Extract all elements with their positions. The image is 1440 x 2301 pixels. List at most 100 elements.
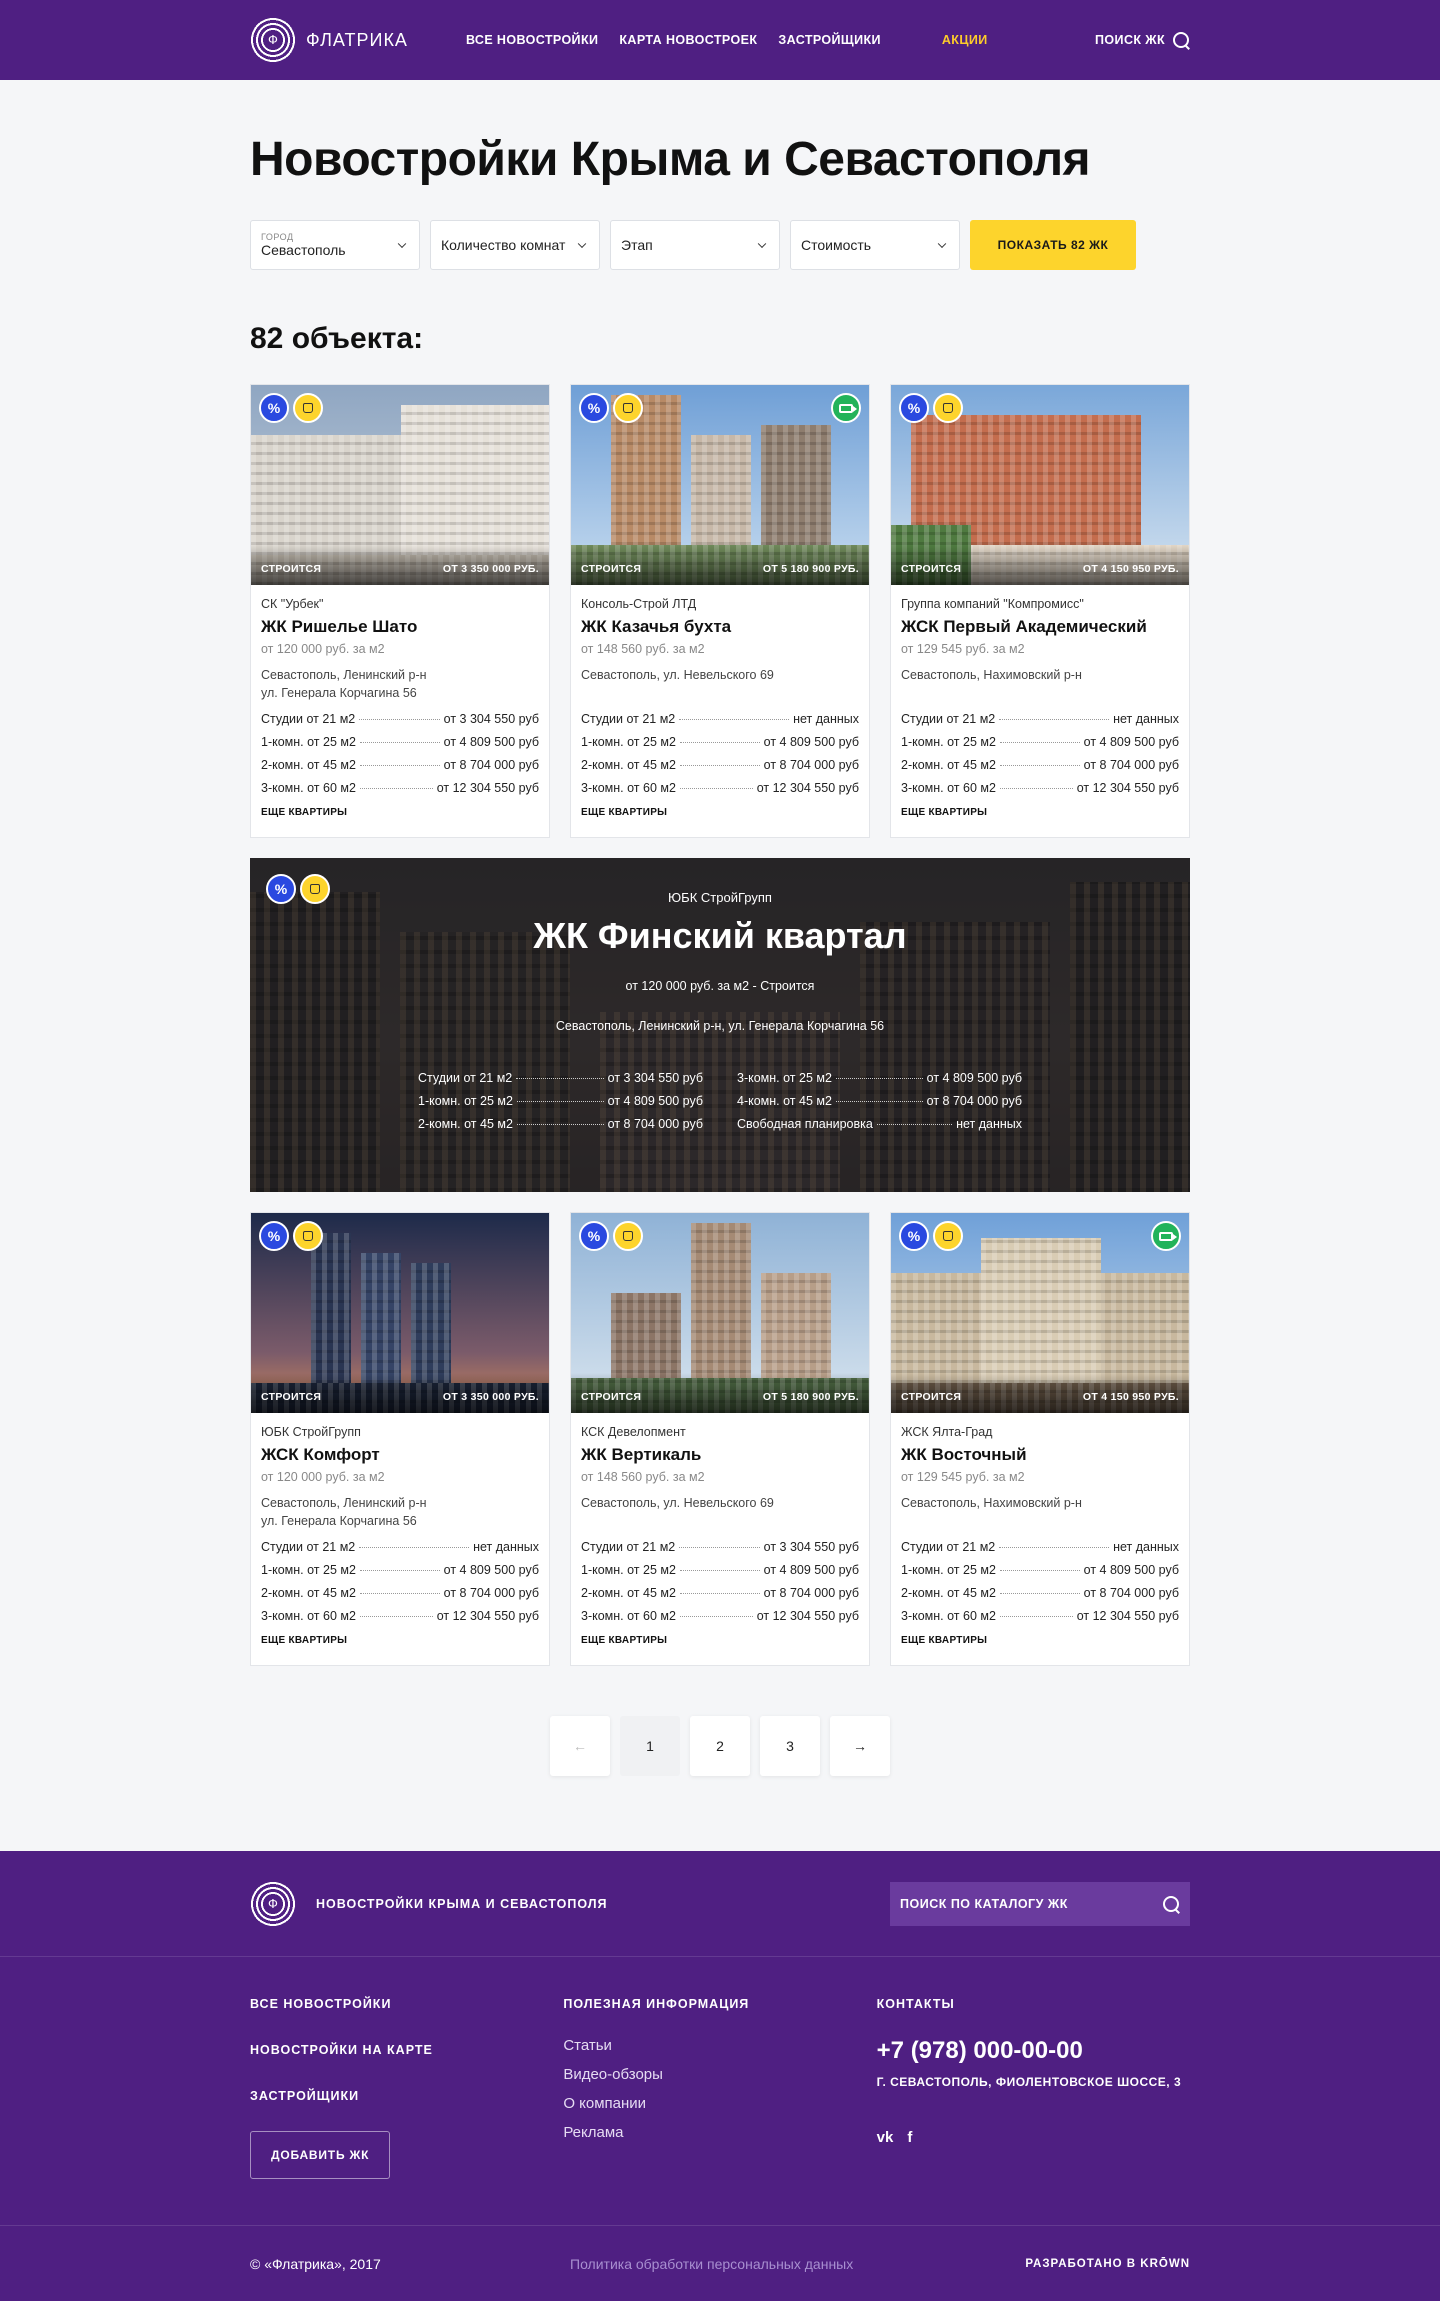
featured-apartment-row: 1-комн. от 25 м2 от 4 809 500 руб (418, 1094, 703, 1117)
footer-link-developers[interactable]: ЗАСТРОЙЩИКИ (250, 2089, 563, 2103)
apartment-price: от 8 704 000 руб (607, 1117, 703, 1131)
vk-icon[interactable]: vk (877, 2129, 894, 2146)
featured-listing[interactable]: % ЮБК СтройГрупп ЖК Финский квартал от 1… (250, 858, 1190, 1192)
stage-select[interactable]: Этап (610, 220, 780, 270)
apartment-price: от 8 704 000 руб (443, 758, 539, 772)
like-badge-icon (293, 1221, 323, 1251)
add-building-button[interactable]: ДОБАВИТЬ ЖК (250, 2131, 391, 2179)
more-apartments-link[interactable]: ЕЩЕ КВАРТИРЫ (261, 1635, 539, 1646)
price-select[interactable]: Стоимость (790, 220, 960, 270)
apartment-type: 2-комн. от 45 м2 (901, 758, 996, 772)
nav-promotions[interactable]: АКЦИИ (942, 33, 988, 47)
page-3-button[interactable]: 3 (760, 1716, 820, 1776)
apartment-type: Свободная планировка (737, 1117, 873, 1131)
footer-phone[interactable]: +7 (978) 000-00-00 (877, 2037, 1190, 2065)
listing-grid-top: % СТРОИТСЯ ОТ 3 350 000 РУБ. СК "Урбек" … (250, 384, 1190, 838)
header-search-button[interactable]: ПОИСК ЖК (1095, 31, 1190, 49)
city-select[interactable]: ГОРОД Севастополь (250, 220, 420, 270)
listing-title[interactable]: ЖСК Первый Академический (901, 617, 1179, 637)
copyright: © «Флатрика», 2017 (250, 2256, 381, 2272)
apartment-price: от 3 304 550 руб (607, 1071, 703, 1085)
privacy-policy-link[interactable]: Политика обработки персональных данных (570, 2256, 853, 2272)
listing-card[interactable]: % СТРОИТСЯ ОТ 4 150 950 РУБ. ЖСК Ялта-Гр… (890, 1212, 1190, 1666)
more-apartments-link[interactable]: ЕЩЕ КВАРТИРЫ (901, 807, 1179, 818)
listing-card[interactable]: % СТРОИТСЯ ОТ 5 180 900 РУБ. Консоль-Стр… (570, 384, 870, 838)
footer-search-input[interactable] (900, 1897, 1140, 1911)
listing-title[interactable]: ЖК Ришелье Шато (261, 617, 539, 637)
featured-apartment-row: Студии от 21 м2 от 3 304 550 руб (418, 1071, 703, 1094)
nav-developers[interactable]: ЗАСТРОЙЩИКИ (778, 33, 881, 47)
apartment-price: от 4 809 500 руб (926, 1071, 1022, 1085)
nav-map[interactable]: КАРТА НОВОСТРОЕК (619, 33, 757, 47)
apartment-price: от 4 809 500 руб (763, 735, 859, 749)
rooms-select-value: Количество комнат (441, 237, 566, 253)
footer-logo-icon[interactable] (250, 1881, 296, 1927)
rooms-select[interactable]: Количество комнат (430, 220, 600, 270)
apartment-row: 1-комн. от 25 м2 от 4 809 500 руб (261, 1563, 539, 1586)
apartment-row: 2-комн. от 45 м2 от 8 704 000 руб (901, 758, 1179, 781)
apartment-price: от 4 809 500 руб (1083, 1563, 1179, 1577)
listing-photo[interactable]: % СТРОИТСЯ ОТ 5 180 900 РУБ. (571, 385, 869, 585)
developed-by[interactable]: РАЗРАБОТАНО В KRŌWN (1025, 2258, 1190, 2270)
more-apartments-link[interactable]: ЕЩЕ КВАРТИРЫ (581, 1635, 859, 1646)
developer-name: СК "Урбек" (261, 597, 324, 611)
facebook-icon[interactable]: f (907, 2129, 912, 2146)
main-content: Новостройки Крыма и Севастополя ГОРОД Се… (250, 132, 1190, 1776)
apartment-type: 2-комн. от 45 м2 (901, 1586, 996, 1600)
listing-card[interactable]: % СТРОИТСЯ ОТ 3 350 000 РУБ. СК "Урбек" … (250, 384, 550, 838)
footer-link-articles[interactable]: Статьи (563, 2037, 876, 2054)
more-apartments-link[interactable]: ЕЩЕ КВАРТИРЫ (261, 807, 539, 818)
apartment-row: 2-комн. от 45 м2 от 8 704 000 руб (261, 1586, 539, 1609)
prev-page-button[interactable]: ← (550, 1716, 610, 1776)
apartment-price: от 8 704 000 руб (926, 1094, 1022, 1108)
listing-title[interactable]: ЖК Вертикаль (581, 1445, 859, 1465)
logo[interactable]: ФЛАТРИКА (250, 17, 408, 63)
like-badge-icon (293, 393, 323, 423)
more-apartments-link[interactable]: ЕЩЕ КВАРТИРЫ (581, 807, 859, 818)
listing-card[interactable]: % СТРОИТСЯ ОТ 4 150 950 РУБ. Группа комп… (890, 384, 1190, 838)
nav-all-buildings[interactable]: ВСЕ НОВОСТРОЙКИ (466, 33, 598, 47)
listing-photo[interactable]: % СТРОИТСЯ ОТ 3 350 000 РУБ. (251, 385, 549, 585)
address-line: Севастополь, ул. Невельского 69 (581, 1496, 774, 1510)
page-2-button[interactable]: 2 (690, 1716, 750, 1776)
apartment-price: нет данных (793, 712, 859, 726)
footer-link-about[interactable]: О компании (563, 2095, 876, 2112)
price-per-m2: от 148 560 руб. за м2 (581, 642, 705, 656)
video-icon[interactable] (1151, 1221, 1181, 1251)
listing-card[interactable]: % СТРОИТСЯ ОТ 5 180 900 РУБ. КСК Девелоп… (570, 1212, 870, 1666)
chevron-down-icon (757, 239, 767, 249)
apartment-row: 2-комн. от 45 м2 от 8 704 000 руб (581, 1586, 859, 1609)
listing-card[interactable]: % СТРОИТСЯ ОТ 3 350 000 РУБ. ЮБК СтройГр… (250, 1212, 550, 1666)
listing-photo[interactable]: % СТРОИТСЯ ОТ 5 180 900 РУБ. (571, 1213, 869, 1413)
apartment-price: от 3 304 550 руб (443, 712, 539, 726)
search-icon[interactable] (1163, 1895, 1180, 1913)
footer-link-map[interactable]: НОВОСТРОЙКИ НА КАРТЕ (250, 2043, 563, 2057)
next-page-button[interactable]: → (830, 1716, 890, 1776)
footer-link-all[interactable]: ВСЕ НОВОСТРОЙКИ (250, 1997, 563, 2011)
page-1-button[interactable]: 1 (620, 1716, 680, 1776)
footer-link-videos[interactable]: Видео-обзоры (563, 2066, 876, 2083)
like-badge-icon (933, 393, 963, 423)
discount-badge-icon: % (259, 393, 289, 423)
listing-photo[interactable]: % СТРОИТСЯ ОТ 3 350 000 РУБ. (251, 1213, 549, 1413)
more-apartments-link[interactable]: ЕЩЕ КВАРТИРЫ (901, 1635, 1179, 1646)
footer-tagline: НОВОСТРОЙКИ КРЫМА И СЕВАСТОПОЛЯ (316, 1897, 608, 1911)
chevron-down-icon (397, 239, 407, 249)
listing-title[interactable]: ЖК Казачья бухта (581, 617, 859, 637)
listing-photo[interactable]: % СТРОИТСЯ ОТ 4 150 950 РУБ. (891, 385, 1189, 585)
apartment-price: от 8 704 000 руб (763, 758, 859, 772)
listing-title[interactable]: ЖСК Комфорт (261, 1445, 539, 1465)
listing-title[interactable]: ЖК Восточный (901, 1445, 1179, 1465)
video-icon[interactable] (831, 393, 861, 423)
apartment-type: 3-комн. от 60 м2 (261, 1609, 356, 1623)
footer-search (890, 1882, 1190, 1926)
status-badge: СТРОИТСЯ (901, 563, 962, 575)
show-results-button[interactable]: ПОКАЗАТЬ 82 ЖК (970, 220, 1136, 270)
footer-link-ads[interactable]: Реклама (563, 2124, 876, 2141)
apartment-type: 3-комн. от 60 м2 (581, 781, 676, 795)
apartment-row: Студии от 21 м2 нет данных (581, 712, 859, 735)
page-title: Новостройки Крыма и Севастополя (250, 133, 1091, 186)
listing-photo[interactable]: % СТРОИТСЯ ОТ 4 150 950 РУБ. (891, 1213, 1189, 1413)
address-line: Севастополь, Нахимовский р-н (901, 1496, 1082, 1510)
pagination: ← 1 2 3 → (250, 1716, 1190, 1776)
